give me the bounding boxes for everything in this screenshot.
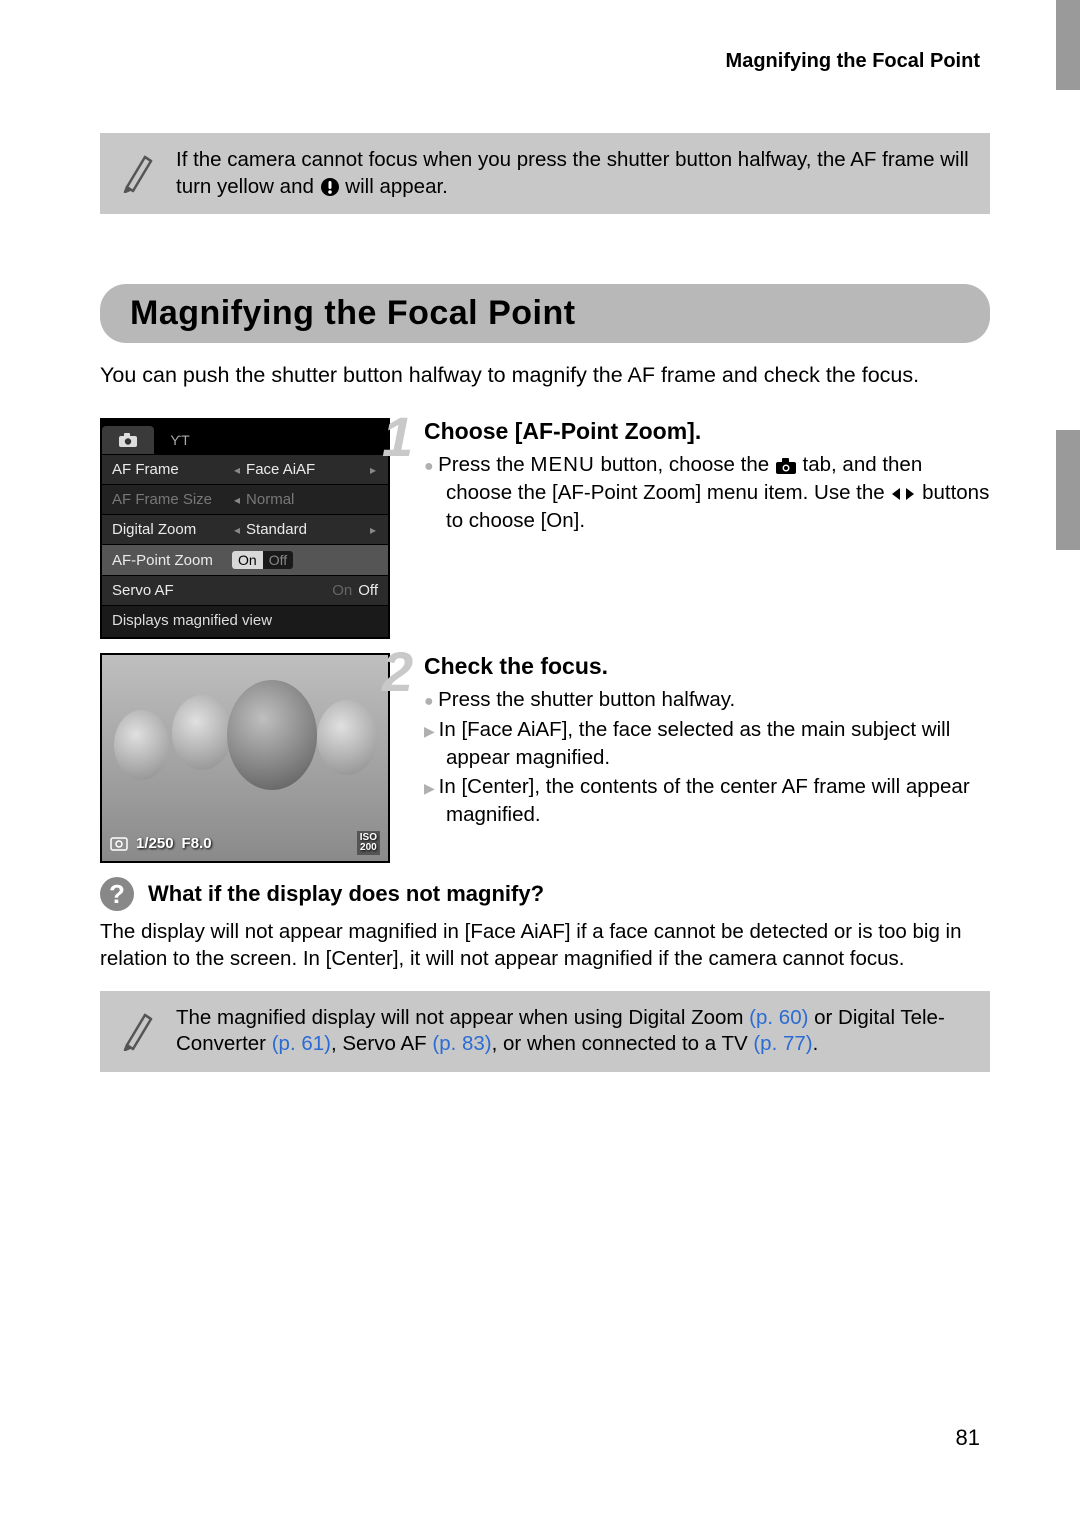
step-2: 2 Check the focus. Press the shutter but…: [420, 653, 990, 828]
warning-icon: [320, 177, 340, 197]
right-arrow-icon: ▸: [368, 463, 378, 477]
intro-text: You can push the shutter button halfway …: [100, 361, 990, 390]
step-number-1: 1: [382, 404, 413, 469]
page-ref-61[interactable]: (p. 61): [272, 1032, 331, 1055]
mode-icon: [110, 835, 128, 851]
onoff-toggle: On Off: [232, 551, 293, 569]
page-ref-60[interactable]: (p. 60): [749, 1006, 808, 1029]
step-number-2: 2: [382, 639, 413, 704]
thumb-tab-top: [1056, 0, 1080, 90]
note-text: If the camera cannot focus when you pres…: [176, 147, 972, 200]
running-header: Magnifying the Focal Point: [100, 50, 990, 73]
camera-preview-screenshot: 1/250 F8.0 ISO 200: [100, 653, 390, 863]
iso-badge: ISO 200: [357, 831, 380, 855]
left-right-arrows-icon: [890, 486, 916, 502]
step-1-bullet: Press the MENU button, choose the tab, a…: [424, 451, 990, 534]
question-title: What if the display does not magnify?: [148, 881, 544, 907]
page-ref-83[interactable]: (p. 83): [432, 1032, 491, 1055]
aperture: F8.0: [182, 835, 212, 852]
question-mark-icon: ?: [100, 877, 134, 911]
left-arrow-icon: ◂: [232, 463, 242, 477]
bottom-note-text: The magnified display will not appear wh…: [176, 1005, 972, 1058]
note-box-top: If the camera cannot focus when you pres…: [100, 133, 990, 214]
menu-row-servo-af: Servo AF On Off: [102, 575, 388, 605]
question-body: The display will not appear magnified in…: [100, 919, 990, 972]
note-text-part2: will appear.: [345, 175, 448, 198]
camera-menu-screenshot: ƳT AF Frame ◂ Face AiAF ▸ AF Frame Size …: [100, 418, 390, 639]
shutter-speed: 1/250: [136, 835, 174, 852]
pencil-icon: [121, 151, 155, 193]
page-number: 81: [956, 1425, 980, 1451]
step-2-title: Check the focus.: [424, 653, 990, 680]
step-2-bullet-1: Press the shutter button halfway.: [424, 686, 990, 714]
step-2-bullet-3: In [Center], the contents of the center …: [424, 773, 990, 828]
thumb-tab-mid: [1056, 430, 1080, 550]
menu-tab-tools: ƳT: [154, 426, 206, 454]
menu-footer: Displays magnified view: [102, 605, 388, 637]
section-title: Magnifying the Focal Point: [130, 294, 960, 333]
menu-row-digital-zoom: Digital Zoom ◂ Standard ▸: [102, 514, 388, 544]
menu-tab-camera: [102, 426, 154, 454]
note-text-part1: If the camera cannot focus when you pres…: [176, 148, 969, 198]
pencil-icon: [121, 1009, 155, 1051]
question-header: ? What if the display does not magnify?: [100, 877, 990, 911]
menu-row-af-point-zoom: AF-Point Zoom On Off: [102, 544, 388, 575]
step-1: 1 Choose [AF-Point Zoom]. Press the MENU…: [420, 418, 990, 534]
page-ref-77[interactable]: (p. 77): [753, 1032, 812, 1055]
menu-row-af-frame-size: AF Frame Size ◂ Normal: [102, 484, 388, 514]
menu-button-label: MENU: [530, 453, 594, 476]
camera-icon: [118, 432, 138, 448]
note-box-bottom: The magnified display will not appear wh…: [100, 991, 990, 1072]
section-title-bar: Magnifying the Focal Point: [100, 284, 990, 343]
menu-row-af-frame: AF Frame ◂ Face AiAF ▸: [102, 454, 388, 484]
step-1-title: Choose [AF-Point Zoom].: [424, 418, 990, 445]
camera-tab-icon: [775, 457, 797, 475]
step-2-bullet-2: In [Face AiAF], the face selected as the…: [424, 716, 990, 771]
